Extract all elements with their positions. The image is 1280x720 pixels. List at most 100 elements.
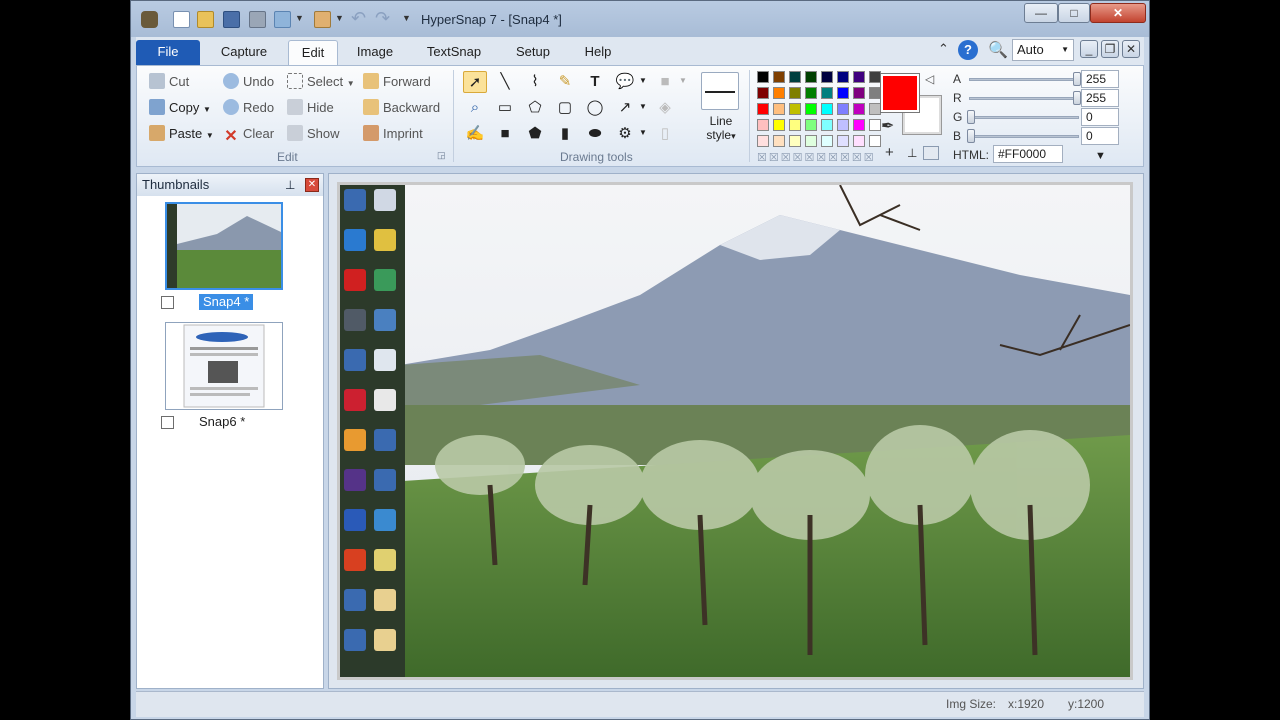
show-button[interactable]: Show [287,123,340,145]
palette-swatch[interactable] [757,119,769,131]
minimize-button[interactable]: — [1024,3,1058,23]
palette-swatch[interactable] [821,103,833,115]
expand-panel-icon[interactable]: ▼ [1095,150,1106,162]
palette-swatch[interactable] [869,71,881,83]
mdi-restore-button[interactable]: ❐ [1101,40,1119,58]
redo-button[interactable]: Redo [223,97,274,119]
thumbnail-snap4[interactable] [165,202,283,290]
tab-image[interactable]: Image [348,40,402,65]
qat-customize-icon[interactable]: ▼ [402,13,411,23]
green-slider[interactable] [969,116,1079,119]
print-icon[interactable] [249,11,266,28]
chevron-down-icon[interactable]: ▼ [295,13,304,23]
fill-tool-icon[interactable]: ◈ [653,97,677,119]
maximize-button[interactable]: □ [1058,3,1090,23]
palette-swatch[interactable] [853,87,865,99]
forward-button[interactable]: Forward [363,71,431,93]
zoom-tool-icon[interactable]: ⌕ [463,97,487,119]
palette-swatch[interactable] [757,135,769,147]
line-tool-icon[interactable]: ╲ [493,71,517,93]
tab-edit[interactable]: Edit [288,40,338,65]
rectangle-tool-icon[interactable]: ▭ [493,97,517,119]
backward-button[interactable]: Backward [363,97,440,119]
palette-swatch[interactable] [837,135,849,147]
green-field[interactable]: 0 [1081,108,1119,126]
mdi-close-button[interactable]: ✕ [1122,40,1140,58]
palette-swatch[interactable] [789,119,801,131]
redo-icon[interactable]: ↷ [375,8,390,29]
red-field[interactable]: 255 [1081,89,1119,107]
palette-swatch[interactable] [869,119,881,131]
palette-swatch[interactable] [757,71,769,83]
palette-swatch[interactable] [869,103,881,115]
zoom-select[interactable]: Auto ▼ [1012,39,1074,61]
palette-swatch[interactable] [773,103,785,115]
clipboard-icon[interactable] [314,11,331,28]
chevron-down-icon[interactable]: ▼ [679,76,687,85]
pin-icon[interactable]: ⊥ [907,146,917,160]
paste-button[interactable]: Paste ▼ [149,123,214,145]
copy-button[interactable]: Copy ▼ [149,97,211,119]
swap-colors-icon[interactable]: ◁ [925,72,934,86]
rounded-rect-tool-icon[interactable]: ▢ [553,97,577,119]
palette-swatch[interactable] [805,71,817,83]
html-color-field[interactable]: #FF0000 [993,145,1063,163]
snap6-checkbox[interactable] [161,416,174,429]
snap-image[interactable] [337,182,1133,680]
palette-swatch[interactable] [821,71,833,83]
polygon-tool-icon[interactable]: ⬠ [523,97,547,119]
ellipse-tool-icon[interactable]: ◯ [583,97,607,119]
palette-swatch[interactable] [821,87,833,99]
text-tool-icon[interactable]: T [583,71,607,93]
palette-swatch[interactable] [821,119,833,131]
callout-tool-icon[interactable]: 💬 [613,71,637,93]
help-icon[interactable]: ? [958,40,978,60]
pencil-tool-icon[interactable]: ✎ [553,71,577,93]
filled-polygon-tool-icon[interactable]: ⬟ [523,123,547,145]
line-style-button[interactable] [701,72,739,110]
palette-swatch[interactable] [773,87,785,99]
green-slider-thumb[interactable] [967,110,975,124]
palette-swatch[interactable] [789,135,801,147]
palette-swatch[interactable] [853,119,865,131]
tab-capture[interactable]: Capture [210,40,278,65]
blue-slider-thumb[interactable] [967,129,975,143]
pin-icon[interactable]: ⊥ [285,174,295,196]
alpha-slider-thumb[interactable] [1073,72,1081,86]
undo-icon[interactable]: ↶ [351,8,366,29]
tab-textsnap[interactable]: TextSnap [418,40,490,65]
palette-swatch[interactable] [805,119,817,131]
palette-swatch[interactable] [773,71,785,83]
eraser-tool-icon[interactable]: ▯ [653,123,677,145]
red-slider[interactable] [969,97,1079,100]
palette-swatch[interactable] [853,135,865,147]
stamp-tool-icon[interactable]: ■ [653,71,677,93]
palette-swatch[interactable] [757,87,769,99]
effects-tool-icon[interactable]: ⚙ [613,123,637,145]
palette-swatch[interactable] [869,135,881,147]
chevron-down-icon[interactable]: ▼ [639,102,647,111]
filled-rect-tool-icon[interactable]: ■ [493,123,517,145]
palette-swatch[interactable] [837,87,849,99]
tab-help[interactable]: Help [576,40,620,65]
palette-swatch[interactable] [773,119,785,131]
zoom-icon[interactable]: 🔍 [988,40,1008,60]
chevron-down-icon[interactable]: ▼ [335,13,344,23]
add-color-icon[interactable]: + [885,144,894,161]
palette-swatch[interactable] [805,103,817,115]
palette-swatch[interactable] [837,119,849,131]
palette-swatch[interactable] [789,71,801,83]
thumbnail-snap6[interactable] [165,322,283,410]
eyedropper-icon[interactable]: ✒ [881,116,894,136]
tab-file[interactable]: File [136,40,200,65]
send-icon[interactable] [274,11,291,28]
color-picker-icon[interactable] [923,146,939,160]
blue-field[interactable]: 0 [1081,127,1119,145]
snap4-label[interactable]: Snap4 * [199,294,254,310]
palette-swatch[interactable] [853,103,865,115]
select-button[interactable]: Select ▼ [287,71,355,93]
palette-swatch[interactable] [805,87,817,99]
palette-swatch[interactable] [789,87,801,99]
alpha-slider[interactable] [969,78,1079,81]
pointer-tool-icon[interactable]: ➚ [463,71,487,93]
